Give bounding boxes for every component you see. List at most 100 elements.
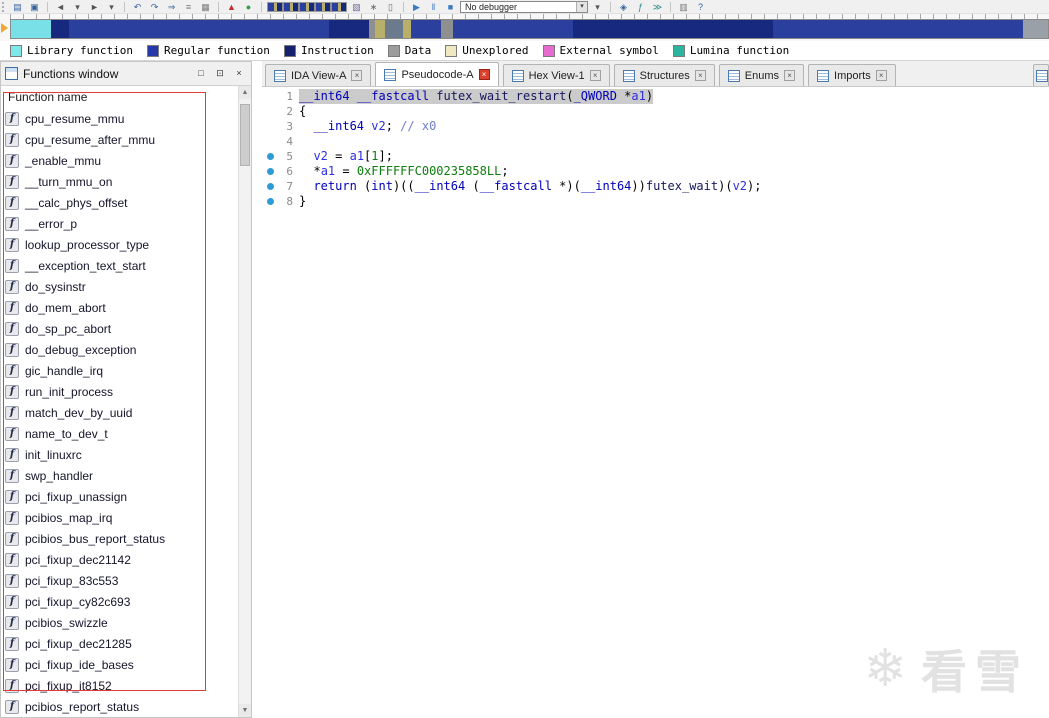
desktop-layout-icon[interactable]: ▧ — [349, 1, 364, 13]
function-list-item[interactable]: f lookup_processor_type — [1, 234, 238, 255]
function-list-item[interactable]: f pci_fixup_ide_bases — [1, 654, 238, 675]
tab-imports[interactable]: Imports × — [808, 64, 896, 86]
tab-close-icon[interactable]: × — [784, 70, 796, 81]
debugger-start-icon[interactable]: ▶ — [409, 1, 424, 13]
function-list-item[interactable]: f _enable_mmu — [1, 150, 238, 171]
function-list-item[interactable]: f pcibios_swizzle — [1, 612, 238, 633]
snapshot-icon[interactable]: ▯ — [383, 1, 398, 13]
save-icon[interactable]: ▣ — [27, 1, 42, 13]
function-list-item[interactable]: f pcibios_map_irq — [1, 507, 238, 528]
function-list-item[interactable]: f do_sp_pc_abort — [1, 318, 238, 339]
cross-references-icon[interactable]: ≡ — [181, 1, 196, 13]
open-file-icon[interactable]: ▤ — [10, 1, 25, 13]
legend-swatch — [445, 44, 458, 57]
options-icon[interactable]: ∗ — [366, 1, 381, 13]
restore-button[interactable]: □ — [193, 66, 209, 81]
toolbar-drag-handle[interactable] — [2, 1, 6, 12]
scroll-up-icon[interactable]: ▲ — [239, 86, 251, 99]
function-icon: f — [5, 531, 19, 546]
function-list-item[interactable]: f gic_handle_irq — [1, 360, 238, 381]
code-text[interactable]: __int64 v2; // x0 — [299, 119, 436, 134]
line-marker-dot[interactable] — [266, 183, 274, 190]
tab-bar: IDA View-A × Pseudocode-A × Hex View-1 × Struc… — [262, 61, 1049, 87]
function-list-item[interactable]: f pci_fixup_83c553 — [1, 570, 238, 591]
band-position-marker[interactable] — [1, 23, 8, 33]
tab-close-icon[interactable]: × — [694, 70, 706, 81]
jump-to-address-icon[interactable]: ⇒ — [164, 1, 179, 13]
function-list-item[interactable]: f do_sysinstr — [1, 276, 238, 297]
tab-hex-view-1[interactable]: Hex View-1 × — [502, 64, 610, 86]
window-list-icon[interactable]: ▥ — [676, 1, 691, 13]
code-text[interactable]: *a1 = 0xFFFFFFC000235858LL; — [299, 164, 508, 179]
help-icon[interactable]: ? — [693, 1, 708, 13]
function-name-column-header[interactable]: Function name — [1, 86, 251, 108]
tab-enums[interactable]: Enums × — [718, 64, 805, 86]
function-list-item[interactable]: f init_linuxrc — [1, 444, 238, 465]
function-list-item[interactable]: f run_init_process — [1, 381, 238, 402]
python-console-icon[interactable]: ≫ — [650, 1, 665, 13]
code-text[interactable]: __int64 __fastcall futex_wait_restart(_Q… — [299, 89, 654, 104]
scroll-down-icon[interactable]: ▼ — [239, 704, 251, 717]
float-button[interactable]: ⊡ — [212, 66, 228, 81]
problem-list-icon[interactable]: ▲ — [224, 1, 239, 13]
tab-close-icon[interactable]: × — [478, 69, 490, 80]
debugger-stop-icon[interactable]: ■ — [443, 1, 458, 13]
function-list-item[interactable]: f do_debug_exception — [1, 339, 238, 360]
function-list-item[interactable]: f pci_fixup_dec21285 — [1, 633, 238, 654]
function-list-item[interactable]: f __error_p — [1, 213, 238, 234]
function-list-item[interactable]: f __turn_mmu_on — [1, 171, 238, 192]
code-text[interactable]: { — [299, 104, 306, 119]
function-list-item[interactable]: f do_mem_abort — [1, 297, 238, 318]
patch-bytes-icon[interactable]: ▦ — [198, 1, 213, 13]
tab-close-icon[interactable]: × — [875, 70, 887, 81]
function-list-item[interactable]: f pci_fixup_cy82c693 — [1, 591, 238, 612]
tab-pseudocode-a[interactable]: Pseudocode-A × — [375, 62, 499, 86]
forward-history-dropdown[interactable]: ▾ — [104, 1, 119, 13]
line-marker-dot[interactable] — [266, 153, 274, 160]
function-list-item[interactable]: f __calc_phys_offset — [1, 192, 238, 213]
tab-close-icon[interactable]: × — [351, 70, 363, 81]
lumina-icon[interactable]: ● — [241, 1, 256, 13]
function-list-item[interactable]: f pci_fixup_dec21142 — [1, 549, 238, 570]
function-list-item[interactable]: f cpu_resume_mmu — [1, 108, 238, 129]
function-list-item[interactable]: f pcibios_report_status — [1, 696, 238, 717]
navigation-band[interactable] — [10, 19, 1049, 39]
function-list-item[interactable]: f cpu_resume_after_mmu — [1, 129, 238, 150]
line-marker-dot[interactable] — [266, 198, 274, 205]
function-name: lookup_processor_type — [25, 237, 150, 252]
function-list-item[interactable]: f pci_fixup_unassign — [1, 486, 238, 507]
function-list-item[interactable]: f match_dev_by_uuid — [1, 402, 238, 423]
debugger-pause-icon[interactable]: ‖ — [426, 1, 441, 13]
tab-close-icon[interactable]: × — [589, 70, 601, 81]
function-icon: f — [5, 132, 19, 147]
overview-mini-band[interactable] — [267, 1, 347, 12]
tab-ida-view-a[interactable]: IDA View-A × — [265, 64, 372, 86]
code-text[interactable]: v2 = a1[1]; — [299, 149, 393, 164]
navigate-back-icon[interactable]: ◄ — [53, 1, 68, 13]
code-text[interactable]: return (int)((__int64 (__fastcall *)(__i… — [299, 179, 761, 194]
function-list-item[interactable]: f name_to_dev_t — [1, 423, 238, 444]
tab-structures[interactable]: Structures × — [613, 64, 715, 86]
navigate-forward-icon[interactable]: ► — [87, 1, 102, 13]
functions-scrollbar[interactable]: ▲ ▼ — [238, 86, 251, 717]
function-list-item[interactable]: f swp_handler — [1, 465, 238, 486]
redo-icon[interactable]: ↷ — [147, 1, 162, 13]
function-list-item[interactable]: f __exception_text_start — [1, 255, 238, 276]
close-button[interactable]: × — [231, 66, 247, 81]
code-text[interactable]: } — [299, 194, 306, 209]
tab-overflow[interactable] — [1033, 64, 1049, 86]
scrollbar-thumb[interactable] — [240, 104, 250, 166]
combo-dropdown-icon[interactable]: ▾ — [576, 1, 587, 12]
code-token: v2 — [313, 149, 328, 163]
line-marker-dot[interactable] — [266, 168, 274, 175]
function-list-item[interactable]: f pci_fixup_it8152 — [1, 675, 238, 696]
script-command-icon[interactable]: ƒ — [633, 1, 648, 13]
debugger-options-dropdown[interactable]: ▾ — [590, 1, 605, 13]
attach-process-icon[interactable]: ◈ — [616, 1, 631, 13]
code-token: ) — [645, 89, 654, 103]
function-list-item[interactable]: f pcibios_bus_report_status — [1, 528, 238, 549]
undo-icon[interactable]: ↶ — [130, 1, 145, 13]
functions-window-titlebar[interactable]: Functions window □ ⊡ × — [1, 62, 251, 86]
debugger-select[interactable]: No debugger ▾ — [460, 0, 588, 13]
back-history-dropdown[interactable]: ▾ — [70, 1, 85, 13]
